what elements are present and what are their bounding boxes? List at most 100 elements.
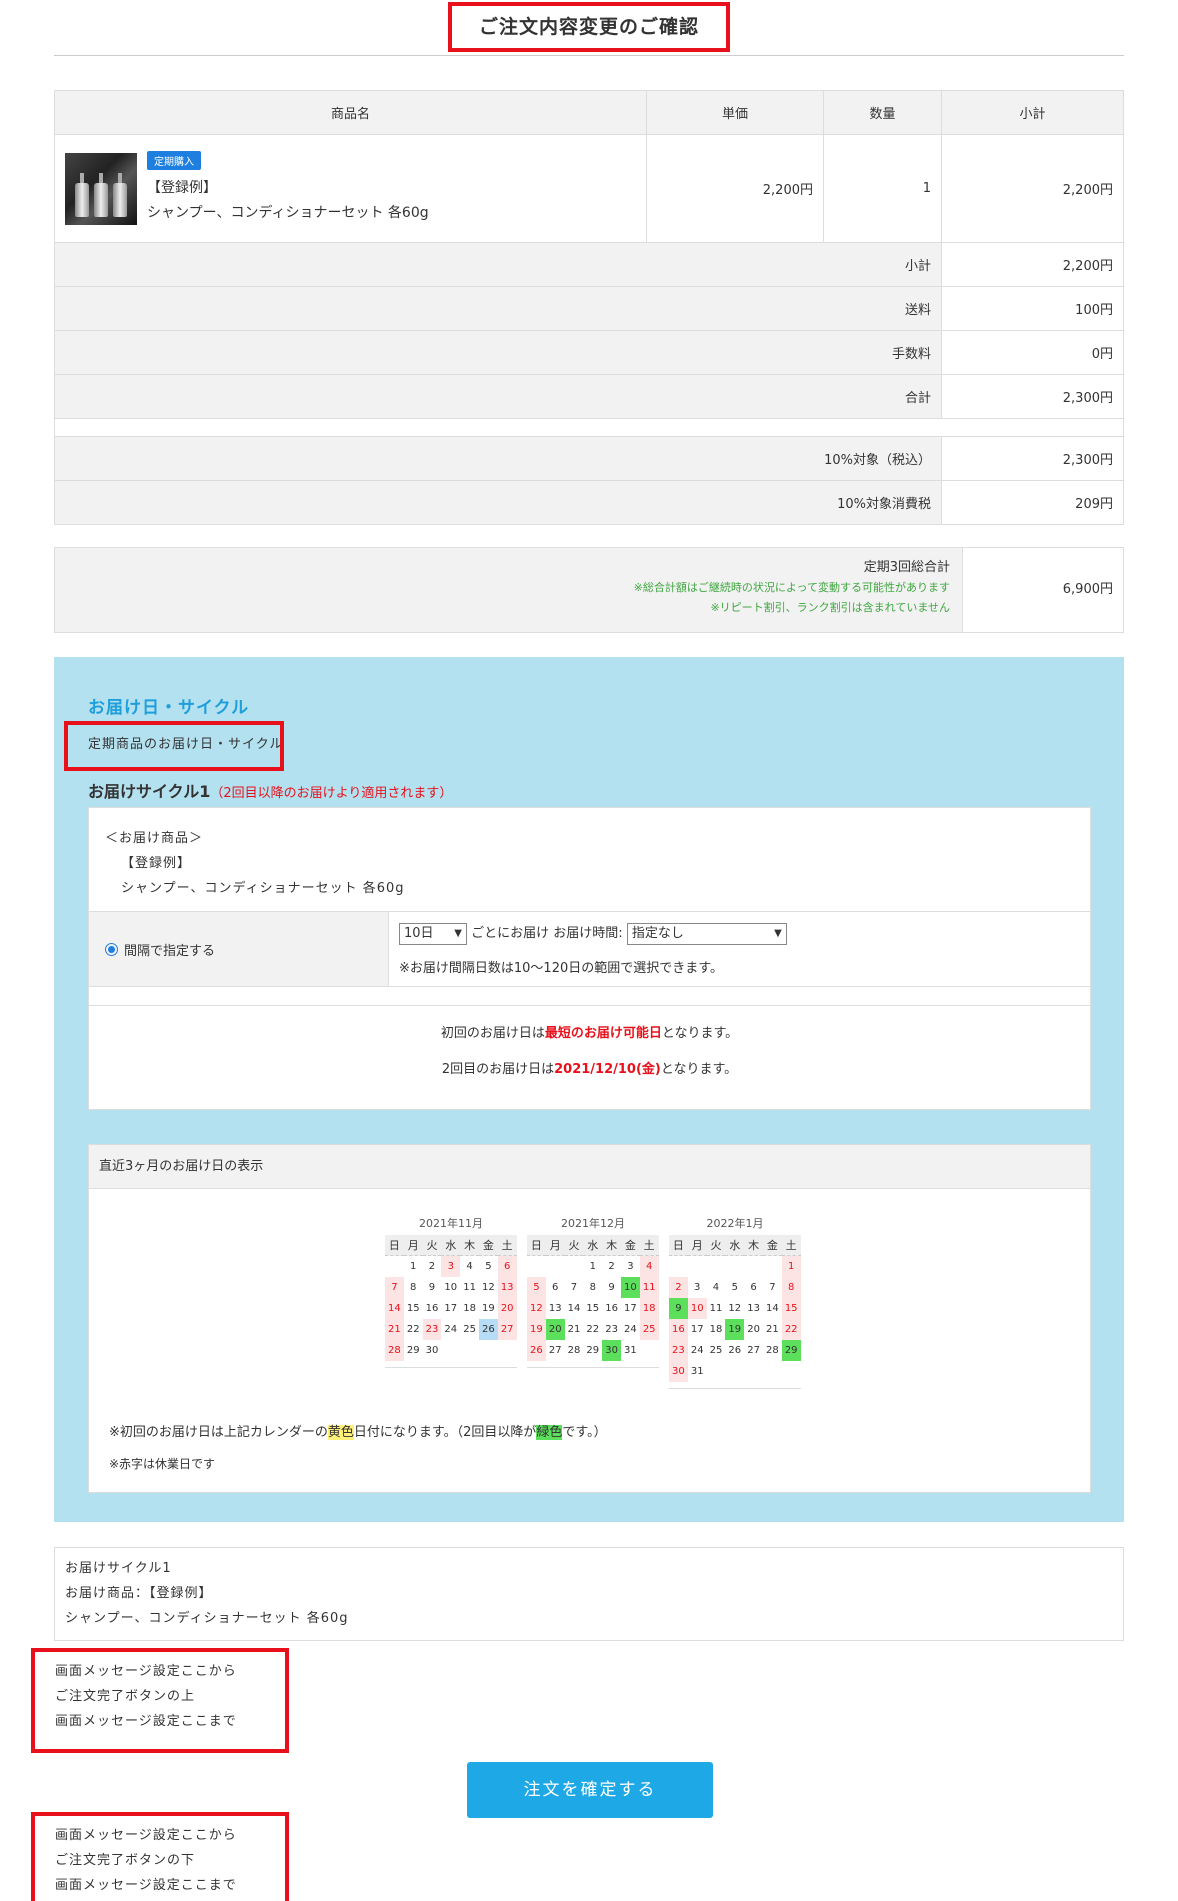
calendar-day: 25 <box>463 1324 476 1335</box>
unit-price: 2,200円 <box>646 134 824 243</box>
total-label: 合計 <box>54 374 942 419</box>
calendar-day: 8 <box>781 1277 801 1298</box>
calendar-day: 21 <box>567 1324 581 1335</box>
interval-radio-label: 間隔で指定する <box>124 943 216 959</box>
goods-heading: ＜お届け商品＞ <box>105 831 204 846</box>
subscription-total-value: 6,900円 <box>1062 582 1113 597</box>
weekday-header: 木 <box>602 1235 621 1256</box>
calendar-day: 18 <box>639 1298 659 1319</box>
tax-amount-label: 10%対象消費税 <box>54 480 942 525</box>
calendar-day <box>385 1256 404 1277</box>
calendar-day <box>441 1340 460 1361</box>
calendar-day: 19 <box>527 1319 546 1340</box>
subtotal-label: 小計 <box>54 242 942 287</box>
first-delivery-post: となります。 <box>661 1026 739 1041</box>
cycle-heading: お届けサイクル1（2回目以降のお届けより適用されます） <box>88 778 452 802</box>
calendar-day: 30 <box>669 1361 688 1382</box>
calendar-day <box>725 1256 744 1277</box>
weekday-header: 日 <box>669 1235 688 1256</box>
interval-radio[interactable] <box>105 942 118 956</box>
calendar-day: 27 <box>548 1345 562 1356</box>
shipping-label: 送料 <box>54 286 942 331</box>
calendar-day <box>707 1256 726 1277</box>
confirm-order-button[interactable]: 注文を確定する <box>467 1762 713 1818</box>
legend-post: です。） <box>562 1425 607 1440</box>
calendar-day: 1 <box>781 1256 801 1277</box>
subscription-total-note2: ※リピート割引、ランク割引は含まれていません <box>710 601 950 614</box>
delivery-title: お届け日・サイクル <box>88 698 250 718</box>
weekday-header: 金 <box>478 1235 498 1256</box>
calendar-day: 24 <box>690 1345 704 1356</box>
summary-goods: お届け商品：【登録例】 <box>65 1586 213 1601</box>
calendar-day: 10 <box>687 1298 707 1319</box>
calendar-day: 31 <box>690 1366 704 1377</box>
calendar-day: 15 <box>406 1303 420 1314</box>
highlight-message-below <box>31 1812 289 1901</box>
calendars: 2021年11月日月火水木金土 1 2 3 4 5 6 7 8 9 10 11 12 13 14 15 16 17… <box>385 1215 801 1389</box>
legend-mid: 日付になります。（2回目以降が <box>353 1425 537 1440</box>
calendar-day: 14 <box>385 1298 404 1319</box>
calendar-day: 23 <box>605 1324 618 1335</box>
calendar-day <box>640 1340 659 1361</box>
table-row: 定期購入 【登録例】 シャンプー、コンディショナーセット 各60g 2,200円… <box>54 134 1124 243</box>
cycle-label: お届けサイクル1 <box>88 782 211 801</box>
tax-amount-value: 209円 <box>941 480 1124 525</box>
calendar-day: 22 <box>586 1324 600 1335</box>
summary-goods-name: シャンプー、コンディショナーセット 各60g <box>65 1611 349 1626</box>
subscription-total-note1: ※総合計額はご継続時の状況によって変動する可能性があります <box>633 581 950 594</box>
calendar-day: 12 <box>482 1282 495 1293</box>
calendar-day <box>460 1340 479 1361</box>
subscription-total-label: 定期3回総合計 <box>863 560 950 575</box>
calendar-day: 4 <box>712 1282 720 1293</box>
calendar-day: 2 <box>428 1261 436 1272</box>
weekday-header: 木 <box>460 1235 479 1256</box>
calendar-day: 30 <box>425 1345 439 1356</box>
calendar-day: 1 <box>410 1261 417 1272</box>
interval-text: ごとにお届け <box>471 926 550 941</box>
highlight-delivery-subtitle <box>64 721 284 771</box>
weekday-header: 水 <box>583 1235 603 1256</box>
second-delivery-date: 2021/12/10(金) <box>554 1062 661 1077</box>
legend-pre: ※初回のお届け日は上記カレンダーの <box>109 1425 328 1440</box>
tax-target-label: 10%対象（税込） <box>54 436 942 481</box>
shipping-value: 100円 <box>941 286 1124 331</box>
calendar-day: 12 <box>728 1303 742 1314</box>
time-select[interactable]: 指定なし ▼ <box>626 923 787 945</box>
calendar-day: 13 <box>497 1277 517 1298</box>
highlight-message-above <box>31 1648 289 1753</box>
weekday-header: 土 <box>639 1235 659 1256</box>
interval-select[interactable]: 10日 ▼ <box>399 923 467 945</box>
calendar-day: 1 <box>589 1261 596 1272</box>
interval-select-value: 10日 <box>404 926 434 941</box>
calendar-day: 23 <box>669 1340 688 1361</box>
weekday-header: 火 <box>422 1235 442 1256</box>
calendar-day: 5 <box>527 1277 546 1298</box>
calendar-day: 16 <box>669 1319 688 1340</box>
calendar-header: 直近3ヶ月のお届け日の表示 <box>89 1145 1090 1189</box>
calendar-day: 18 <box>709 1324 723 1335</box>
calendar-day: 29 <box>406 1345 420 1356</box>
calendar-day: 25 <box>709 1345 723 1356</box>
calendar-month: 2022年1月日月火水木金土 1 2 3 4 5 6 7 8 9 10 11 12 13 14 15 16 17 1… <box>669 1215 801 1389</box>
calendar-day: 4 <box>639 1256 659 1277</box>
weekday-header: 月 <box>687 1235 707 1256</box>
header-unit-price: 単価 <box>646 90 824 135</box>
calendar-day: 15 <box>586 1303 600 1314</box>
weekday-header: 月 <box>403 1235 423 1256</box>
calendar-day: 6 <box>497 1256 517 1277</box>
weekday-header: 木 <box>744 1235 763 1256</box>
delivery-date-info: 初回のお届け日は最短のお届け可能日となります。 2回目のお届け日は2021/12… <box>89 1005 1090 1088</box>
header-qty: 数量 <box>823 90 942 135</box>
calendar-day <box>669 1256 688 1277</box>
calendar-month: 2021年11月日月火水木金土 1 2 3 4 5 6 7 8 9 10 11 12 13 14 15 16 17… <box>385 1215 517 1389</box>
tax-target-value: 2,300円 <box>941 436 1124 481</box>
chevron-down-icon: ▼ <box>454 928 462 939</box>
calendar-day: 28 <box>385 1340 404 1361</box>
calendar-day: 12 <box>527 1298 546 1319</box>
calendar-day: 19 <box>482 1303 495 1314</box>
legend-green: 緑色 <box>536 1425 563 1440</box>
weekday-header: 水 <box>725 1235 745 1256</box>
cycle-note: （2回目以降のお届けより適用されます） <box>210 786 453 801</box>
calendar-day: 25 <box>639 1319 659 1340</box>
goods-name-line1: 【登録例】 <box>121 856 192 871</box>
